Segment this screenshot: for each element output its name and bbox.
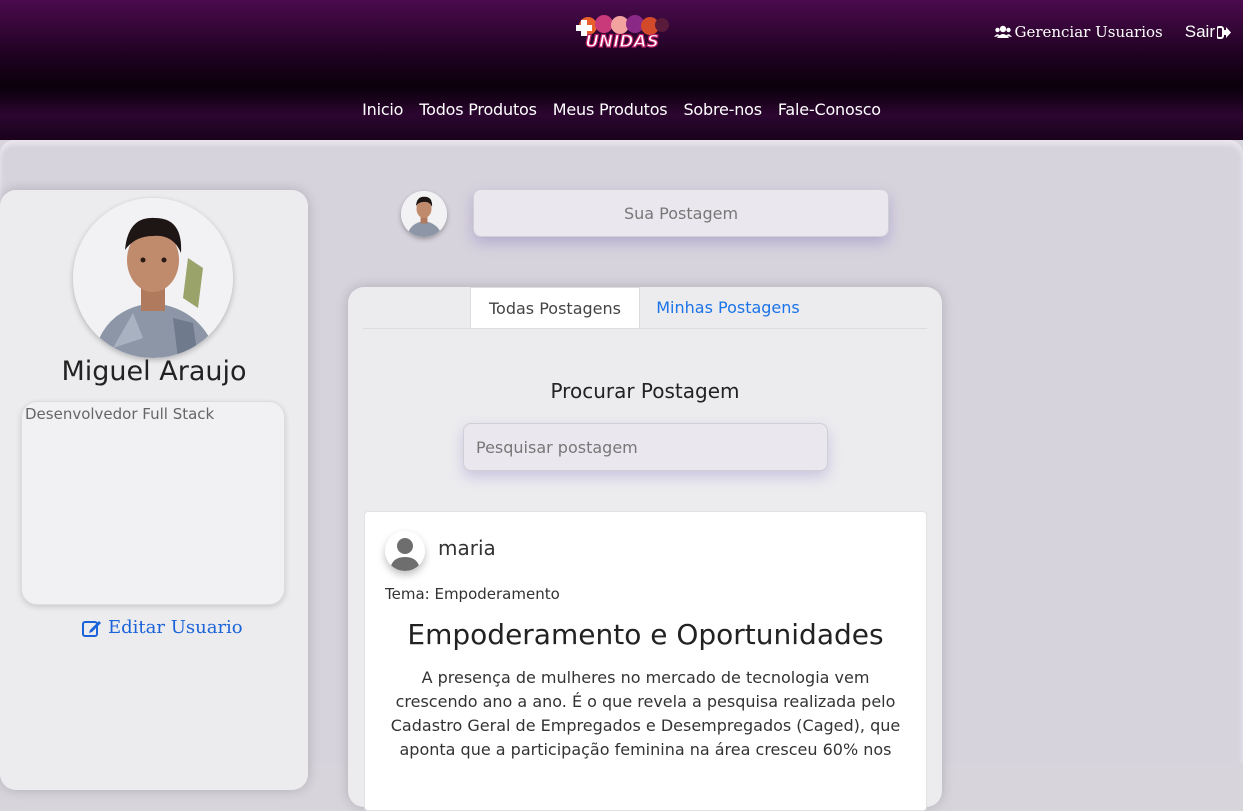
- author-avatar: [385, 531, 425, 571]
- post-theme: Tema: Empoderamento: [385, 585, 560, 603]
- post-title: Empoderamento e Oportunidades: [407, 618, 884, 651]
- users-icon: [994, 25, 1013, 38]
- nav-meus-produtos[interactable]: Meus Produtos: [553, 100, 668, 119]
- nav-todos-produtos[interactable]: Todos Produtos: [419, 100, 537, 119]
- profile-avatar: [73, 198, 233, 358]
- new-post-input[interactable]: [473, 189, 889, 237]
- logout-label: Sair: [1184, 22, 1215, 41]
- manage-users-label: Gerenciar Usuarios: [1014, 23, 1163, 41]
- nav-inicio[interactable]: Inicio: [362, 100, 403, 119]
- tab-all-posts[interactable]: Todas Postagens: [470, 287, 640, 328]
- unidas-logo[interactable]: UNIDAS: [572, 12, 672, 53]
- edit-icon: [82, 620, 101, 637]
- bio-box: Desenvolvedor Full Stack: [21, 401, 285, 605]
- post-tabs: Todas Postagens Minhas Postagens: [363, 287, 927, 329]
- profile-name: Miguel Araujo: [61, 356, 247, 387]
- main-nav: Inicio Todos Produtos Meus Produtos Sobr…: [0, 100, 1243, 119]
- current-user-avatar: [401, 191, 447, 237]
- user-silhouette-icon: [385, 531, 425, 571]
- top-header: UNIDAS Gerenciar Usuarios Sair Inicio To…: [0, 0, 1243, 140]
- post-body: A presença de mulheres no mercado de tec…: [390, 668, 901, 759]
- logo-text: UNIDAS: [585, 32, 659, 52]
- top-right-actions: Gerenciar Usuarios Sair: [994, 22, 1231, 42]
- edit-user-link[interactable]: Editar Usuario: [82, 617, 243, 638]
- nav-sobre-nos[interactable]: Sobre-nos: [683, 100, 762, 119]
- search-input[interactable]: [463, 423, 828, 471]
- nav-fale-conosco[interactable]: Fale-Conosco: [778, 100, 881, 119]
- post-author: maria: [438, 536, 496, 560]
- edit-user-label: Editar Usuario: [108, 617, 243, 638]
- sign-out-icon: [1217, 25, 1231, 39]
- tab-my-posts[interactable]: Minhas Postagens: [653, 287, 803, 328]
- search-title: Procurar Postagem: [550, 379, 740, 403]
- manage-users-link[interactable]: Gerenciar Usuarios: [994, 23, 1163, 41]
- logout-link[interactable]: Sair: [1185, 22, 1231, 42]
